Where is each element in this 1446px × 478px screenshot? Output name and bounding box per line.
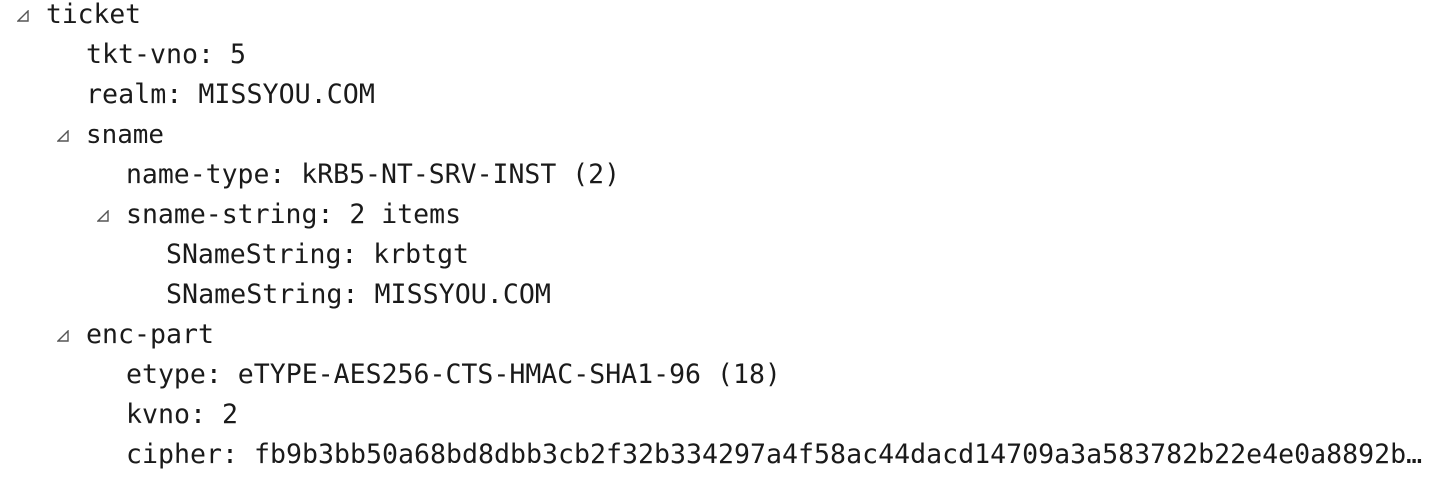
expanded-triangle-icon[interactable]: [97, 195, 111, 235]
tree-node-label: enc-part: [86, 319, 215, 350]
tree-node-label: realm: MISSYOU.COM: [86, 79, 375, 110]
tree-node-sname[interactable]: sname: [57, 115, 257, 155]
tree-node-label: etype: eTYPE-AES256-CTS-HMAC-SHA1-96 (18…: [126, 359, 781, 390]
tree-node-ticket[interactable]: ticket: [17, 0, 217, 35]
expanded-triangle-icon[interactable]: [57, 315, 71, 355]
expanded-triangle-icon[interactable]: [57, 115, 71, 155]
tree-node-label: SNameString: krbtgt: [166, 239, 469, 270]
expanded-triangle-icon[interactable]: [17, 0, 31, 35]
tree-node-cipher[interactable]: cipher: fb9b3bb50a68bd8dbb3cb2f32b334297…: [126, 435, 1426, 475]
tree-node-label: cipher: fb9b3bb50a68bd8dbb3cb2f32b334297…: [126, 439, 1423, 470]
packet-detail-tree: ticket tkt-vno: 5 realm: MISSYOU.COM sna…: [0, 0, 1446, 478]
tree-node-label: SNameString: MISSYOU.COM: [166, 279, 551, 310]
tree-node-label: ticket: [46, 0, 141, 30]
tree-node-enc-part[interactable]: enc-part: [57, 315, 357, 355]
tree-node-sname-string[interactable]: sname-string: 2 items: [97, 195, 597, 235]
tree-node-label: kvno: 2: [126, 399, 239, 430]
tree-node-label: name-type: kRB5-NT-SRV-INST (2): [126, 159, 621, 190]
tree-node-label: tkt-vno: 5: [86, 39, 247, 70]
tree-node-label: sname: [86, 120, 164, 150]
tree-node-label: sname-string: 2 items: [126, 199, 462, 230]
